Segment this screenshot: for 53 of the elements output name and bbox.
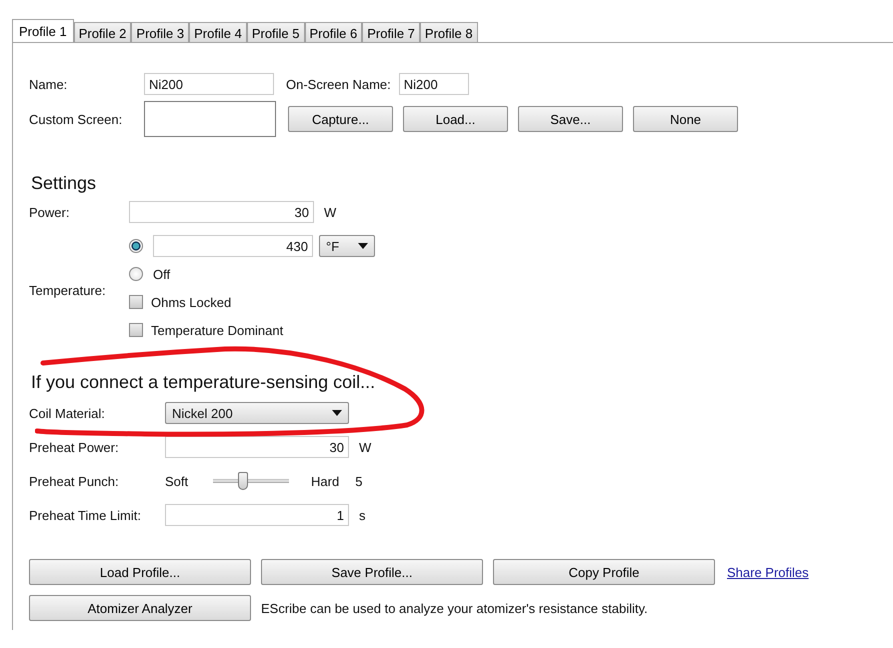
unit-label: W [324,204,336,220]
field-label: Preheat Time Limit: [29,508,142,522]
radio-label: Off [153,266,170,282]
slider-min-label: Soft [165,474,190,488]
screen-button[interactable]: Save... [518,106,623,132]
slider-max-label: Hard [311,474,340,488]
profile-button[interactable]: Load Profile... [29,559,251,585]
on-screen-name-field[interactable]: Ni200 [398,73,469,95]
screen-button[interactable]: None [633,106,738,132]
section-heading: If you connect a temperature-sensing coil... [31,372,376,393]
analyzer-description: EScribe can be used to analyze your atomizer's resistance stability. [261,600,648,616]
field-label: Power: [29,204,70,220]
checkbox[interactable] [129,295,143,309]
screen-button[interactable]: Capture... [288,106,393,132]
preheat-power-field[interactable]: 30 [165,436,349,458]
radio-button[interactable] [129,239,143,253]
profile-button[interactable]: Copy Profile [493,559,715,585]
power-field[interactable]: 30 [129,201,314,223]
profile-tab[interactable]: Profile 2 [74,22,132,42]
profile-tab[interactable]: Profile 8 [420,22,478,42]
temperature-field[interactable]: 430 [153,235,313,257]
field-label: Coil Material: [29,406,106,420]
field-label: Preheat Power: [29,440,120,454]
field-label: Preheat Punch: [29,474,120,488]
unit-label: s [359,508,366,522]
field-label: Custom Screen: [29,112,124,126]
field-label: Name: [29,76,68,92]
caret-icon [358,243,368,249]
screen-button[interactable]: Load... [403,106,508,132]
profile-tab[interactable]: Profile 1 [12,19,74,43]
slider-thumb[interactable] [238,472,248,490]
unit-dropdown[interactable]: °F [319,235,375,257]
share-profiles-link[interactable]: Share Profiles [727,564,809,580]
slider-reading: 5 [355,474,362,488]
profile-tab[interactable]: Profile 4 [189,22,247,42]
name-field[interactable]: Ni200 [144,73,274,95]
section-heading: Settings [31,173,98,194]
unit-label: W [359,440,372,454]
profile-tab[interactable]: Profile 7 [362,22,420,42]
coil-material-dropdown[interactable]: Nickel 200 [165,402,349,424]
radio-button[interactable] [129,267,143,281]
checkbox[interactable] [129,323,143,337]
atomizer-analyzer-button[interactable]: Atomizer Analyzer [29,595,251,621]
field-label: On-Screen Name: [286,76,391,92]
profile-tab[interactable]: Profile 5 [246,22,305,42]
field-label: Temperature: [29,282,107,298]
profile-tab[interactable]: Profile 6 [304,22,362,42]
checkbox-label: Ohms Locked [151,294,232,310]
checkbox-label: Temperature Dominant [151,322,284,338]
preheat-time-field[interactable]: 1 [165,504,349,526]
profile-tab[interactable]: Profile 3 [131,22,190,42]
caret-icon [332,410,342,416]
profile-button[interactable]: Save Profile... [261,559,483,585]
